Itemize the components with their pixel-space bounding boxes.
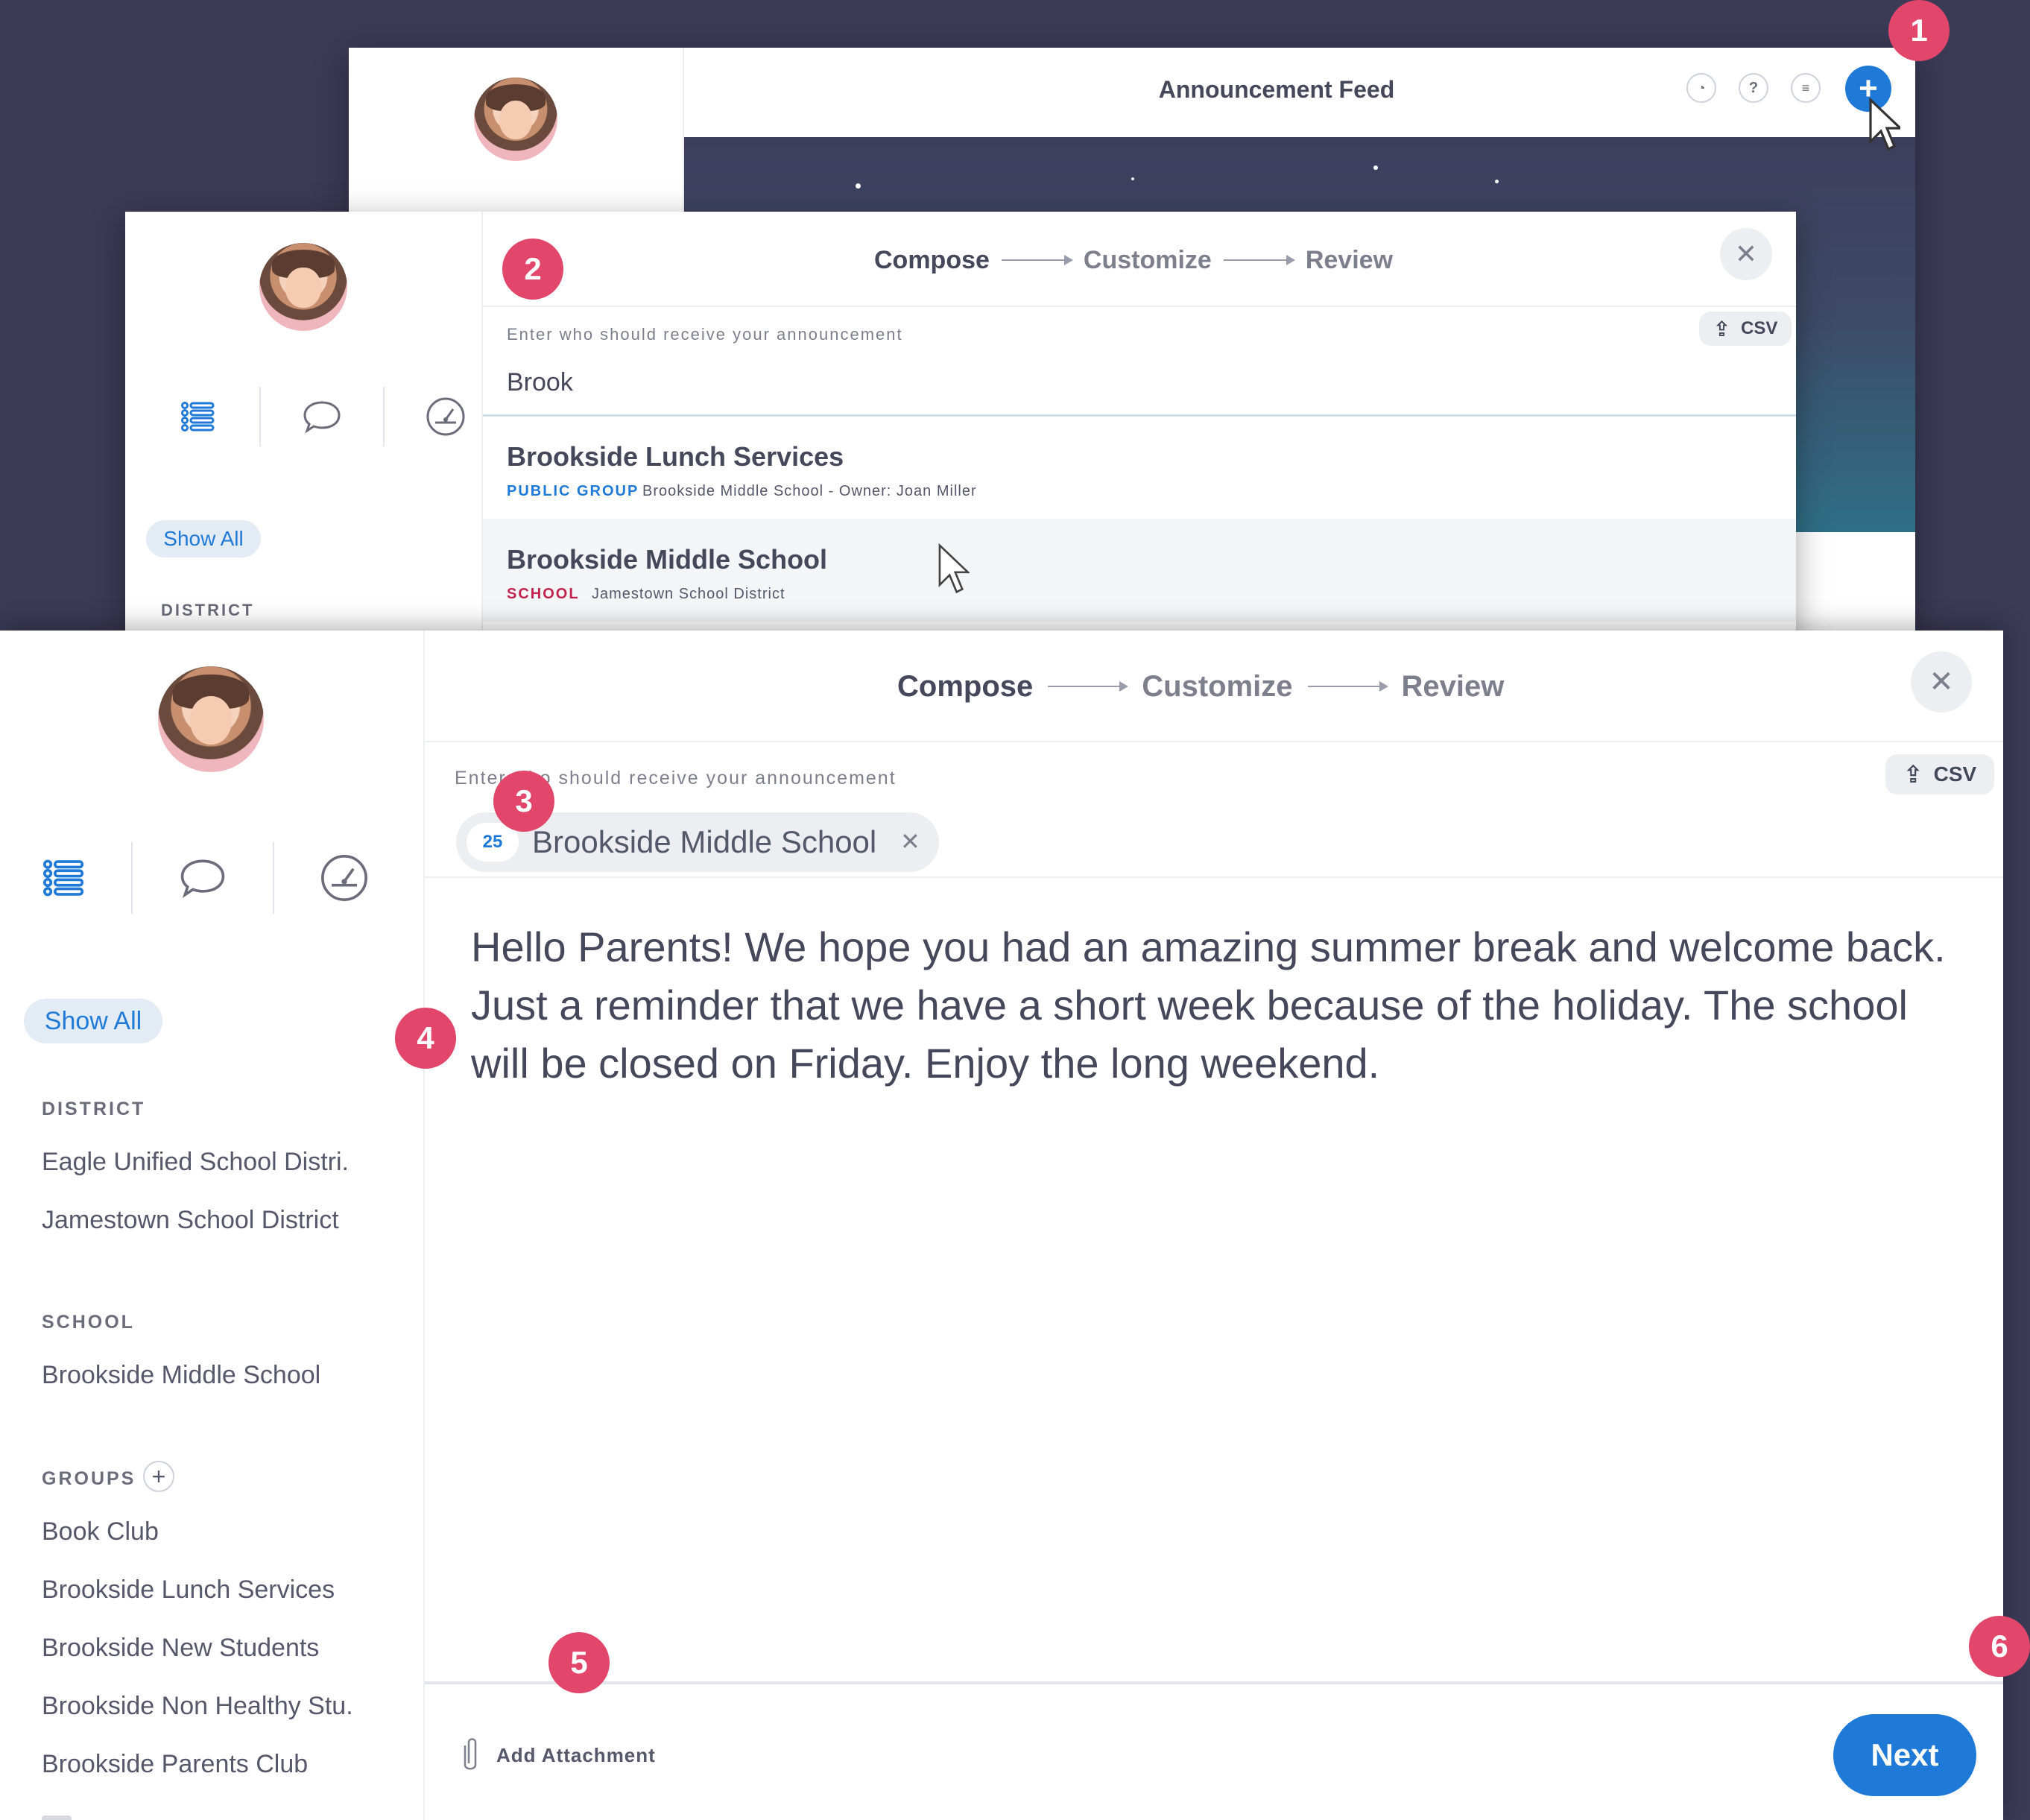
bell-icon[interactable]: ◔ xyxy=(1686,73,1716,103)
avatar[interactable] xyxy=(474,78,557,161)
close-button[interactable]: ✕ xyxy=(1911,651,1972,712)
school-label: SCHOOL xyxy=(42,1312,135,1333)
inbox-icon[interactable]: ≡ xyxy=(1791,73,1821,103)
recipient-name: Brookside Middle School xyxy=(532,824,877,859)
avatar[interactable] xyxy=(259,243,347,331)
callout-badge: 6 xyxy=(1969,1616,2030,1677)
add-attachment-button[interactable]: Add Attachment xyxy=(459,1737,656,1774)
step-progress: Compose Customize Review xyxy=(874,238,1393,282)
sidebar-item-district[interactable]: Jamestown School District xyxy=(42,1206,339,1235)
dashboard-icon[interactable] xyxy=(405,396,486,437)
show-all-button[interactable]: Show All xyxy=(24,999,162,1043)
sidebar-item-group[interactable]: Book Club xyxy=(42,1517,159,1546)
step-customize: Customize xyxy=(1142,669,1293,703)
add-attachment-label: Add Attachment xyxy=(496,1743,656,1766)
sidebar-item-district[interactable]: Eagle Unified School Distri. xyxy=(42,1148,349,1177)
next-button[interactable]: Next xyxy=(1833,1714,1976,1796)
step-progress: Compose Customize Review xyxy=(897,662,1504,711)
callout-badge: 3 xyxy=(493,771,554,832)
dashboard-icon[interactable] xyxy=(300,853,389,903)
recipient-field-label: Enter who should receive your announceme… xyxy=(507,325,903,344)
plus-icon: + xyxy=(151,1462,166,1490)
add-group-button[interactable]: + xyxy=(143,1461,174,1492)
sidebar-item-group[interactable]: Brookside Parents Club xyxy=(42,1750,308,1779)
chat-icon[interactable] xyxy=(158,858,247,898)
sidebar-nav xyxy=(158,387,486,446)
callout-badge: 5 xyxy=(548,1632,610,1693)
step-compose: Compose xyxy=(874,245,990,274)
avatar[interactable] xyxy=(158,666,264,772)
sidebar-item-school[interactable]: Brookside Middle School xyxy=(42,1361,320,1390)
sidebar-item-group-partial xyxy=(42,1808,176,1820)
result-detail: Brookside Middle School - Owner: Joan Mi… xyxy=(642,483,977,499)
step-compose: Compose xyxy=(897,669,1034,703)
upload-icon: ⇪ xyxy=(1903,761,1923,788)
close-icon: ✕ xyxy=(1929,666,1954,698)
sidebar-item-group[interactable]: Brookside Non Healthy Stu. xyxy=(42,1692,353,1721)
result-name: Brookside Lunch Services xyxy=(507,441,844,472)
paperclip-icon xyxy=(464,1738,477,1770)
mouse-cursor-icon xyxy=(1869,97,1900,151)
step-review: Review xyxy=(1401,669,1505,703)
message-body[interactable]: Hello Parents! We hope you had an amazin… xyxy=(471,918,1947,1093)
compose-window: Show All DISTRICT Eagle Unified School D… xyxy=(0,631,2003,1820)
callout-badge: 4 xyxy=(395,1008,456,1069)
result-type: PUBLIC GROUP xyxy=(507,483,639,499)
close-button[interactable]: ✕ xyxy=(1720,228,1772,280)
step-review: Review xyxy=(1305,245,1394,274)
show-all-button[interactable]: Show All xyxy=(146,520,261,557)
search-result[interactable]: Brookside Middle School SCHOOL Jamestown… xyxy=(483,519,1796,622)
district-label: DISTRICT xyxy=(161,601,255,619)
result-type: SCHOOL xyxy=(507,586,580,602)
groups-label: GROUPS xyxy=(42,1468,136,1489)
chat-icon[interactable] xyxy=(282,400,362,433)
csv-upload-button[interactable]: ⇪ CSV xyxy=(1699,312,1792,346)
search-result[interactable]: Brookside Lunch Services PUBLIC GROUP Br… xyxy=(483,417,1796,519)
step-customize: Customize xyxy=(1083,245,1212,274)
csv-upload-button[interactable]: ⇪ CSV xyxy=(1885,754,1994,794)
close-icon: ✕ xyxy=(1734,238,1758,269)
sidebar-item-group[interactable]: Brookside New Students xyxy=(42,1634,319,1663)
list-icon[interactable] xyxy=(158,402,238,432)
sidebar-nav xyxy=(22,842,389,914)
sidebar-item-group[interactable]: Brookside Lunch Services xyxy=(42,1576,335,1605)
mouse-cursor-icon xyxy=(938,543,970,594)
list-icon[interactable] xyxy=(22,859,106,897)
recipient-search-input[interactable]: Brook xyxy=(507,368,573,397)
remove-recipient-icon[interactable]: ✕ xyxy=(900,827,920,856)
upload-icon: ⇪ xyxy=(1713,317,1731,341)
district-label: DISTRICT xyxy=(42,1099,146,1119)
result-name: Brookside Middle School xyxy=(507,544,828,575)
result-detail: Jamestown School District xyxy=(592,586,785,602)
help-icon[interactable]: ? xyxy=(1739,73,1768,103)
callout-badge: 1 xyxy=(1888,0,1950,61)
callout-badge: 2 xyxy=(502,238,563,300)
